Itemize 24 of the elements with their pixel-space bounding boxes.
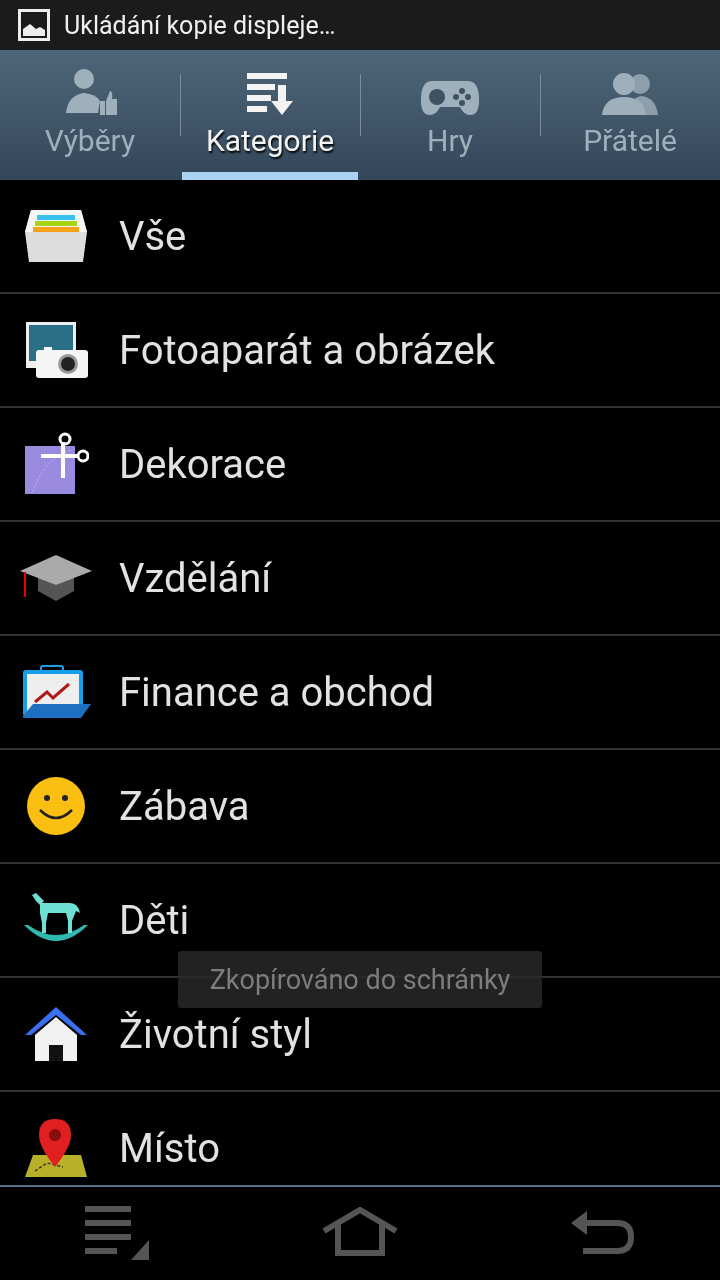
- scissors-paper-icon: [22, 432, 89, 496]
- tab[interactable]: Hry: [360, 50, 540, 180]
- category-item[interactable]: Místo: [119, 1124, 220, 1172]
- category-item[interactable]: Děti: [119, 896, 190, 944]
- category-item[interactable]: Životní styl: [119, 1010, 312, 1058]
- category-item[interactable]: Vše: [119, 212, 187, 260]
- tab[interactable]: Výběry: [0, 50, 180, 180]
- category-item[interactable]: Dekorace: [119, 440, 287, 488]
- category-item[interactable]: Zábava: [119, 782, 250, 830]
- toast-message: Zkopírováno do schránky: [178, 951, 542, 1008]
- people-icon: [600, 71, 660, 117]
- tab[interactable]: Kategorie: [180, 50, 360, 180]
- category-item[interactable]: Finance a obchod: [119, 668, 435, 716]
- tray-icon: [22, 208, 89, 264]
- picture-icon: [18, 9, 50, 41]
- tab[interactable]: Přátelé: [540, 50, 720, 180]
- notification-text: Ukládání kopie displeje…: [64, 10, 336, 40]
- category-item[interactable]: Vzdělání: [119, 554, 272, 602]
- category-item[interactable]: Fotoaparát a obrázek: [119, 326, 496, 374]
- chart-folder-icon: [20, 664, 91, 720]
- sort-list-icon: [245, 71, 295, 117]
- map-pin-icon: [22, 1117, 89, 1179]
- smiley-icon: [25, 776, 86, 836]
- photo-camera-icon: [23, 320, 88, 380]
